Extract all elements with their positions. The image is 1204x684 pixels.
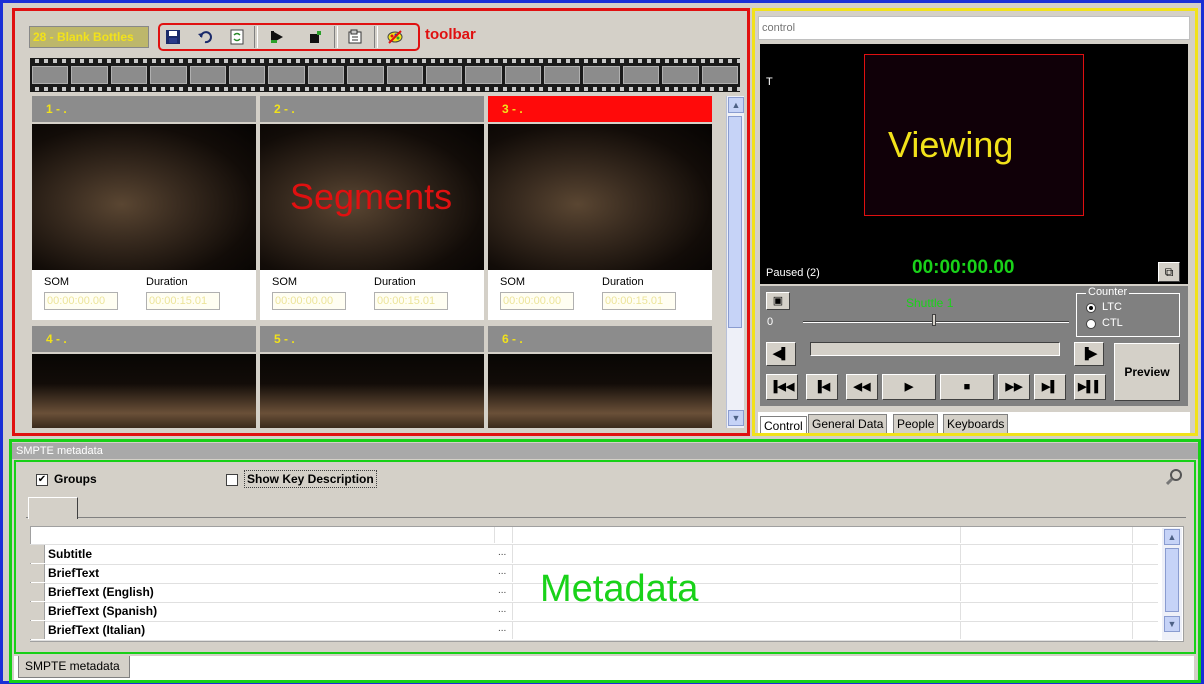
segments-annotation-frame	[12, 8, 750, 436]
metadata-annotation-frame	[9, 439, 1201, 683]
viewer-annotation-frame	[752, 8, 1198, 436]
